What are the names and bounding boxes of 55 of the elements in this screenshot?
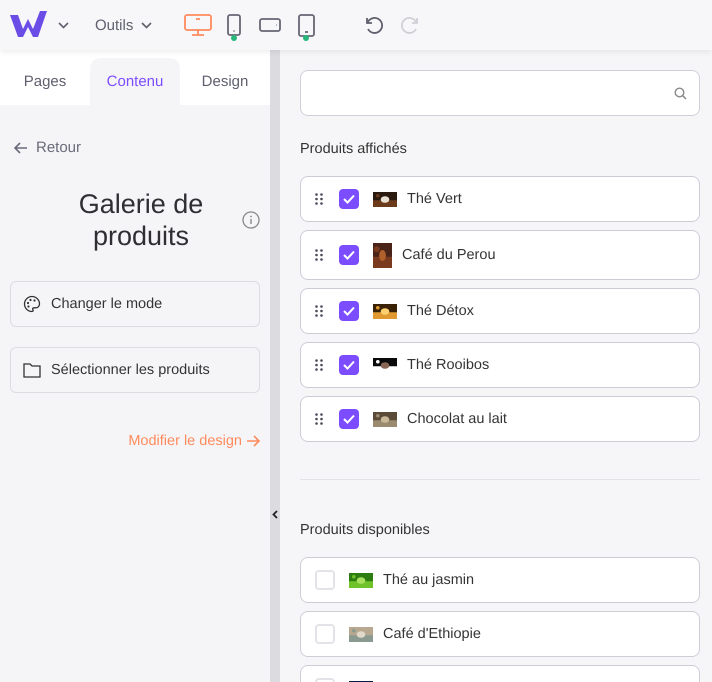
- desktop-icon: [184, 14, 212, 36]
- caret-icon: [141, 22, 152, 28]
- check-icon: [343, 250, 355, 260]
- product-card[interactable]: Thé Rooibos: [300, 342, 700, 388]
- tablet-icon: [259, 18, 282, 32]
- checkbox[interactable]: [339, 355, 359, 375]
- tab[interactable]: Contenu: [90, 58, 180, 105]
- folder-icon: [23, 362, 41, 378]
- checkbox[interactable]: [339, 409, 359, 429]
- check-icon: [343, 194, 355, 204]
- phone-icon: [227, 14, 242, 36]
- arrow-left-icon: [14, 142, 28, 154]
- caret-icon: [58, 22, 69, 28]
- status-dot: [231, 35, 238, 41]
- search-icon: [674, 86, 687, 100]
- drag-handle-icon[interactable]: [315, 305, 323, 317]
- checkbox[interactable]: [339, 301, 359, 321]
- product-name: Café du Perou: [402, 247, 496, 263]
- check-icon: [343, 306, 355, 316]
- checkbox[interactable]: [339, 189, 359, 209]
- tablet-icon: [298, 14, 315, 36]
- palette-icon: [23, 295, 41, 313]
- drag-handle-icon[interactable]: [315, 249, 323, 261]
- tools-menu[interactable]: Outils: [95, 16, 152, 34]
- drag-handle-icon[interactable]: [315, 413, 323, 425]
- info-icon[interactable]: [242, 211, 260, 229]
- checkbox[interactable]: [315, 624, 335, 644]
- product-name: Thé Détox: [407, 303, 474, 319]
- product-name: Thé Rooibos: [407, 357, 490, 373]
- collapse-icon[interactable]: [272, 510, 278, 519]
- product-name: Thé Vert: [407, 191, 462, 207]
- action-button[interactable]: Sélectionner les produits: [10, 347, 260, 393]
- drag-handle-icon[interactable]: [315, 359, 323, 371]
- product-name: Café d'Ethiopie: [383, 626, 481, 642]
- page-title: Galerie de produits: [78, 188, 204, 252]
- product-card[interactable]: Café du Perou: [300, 230, 700, 280]
- checkbox[interactable]: [315, 570, 335, 590]
- back-link[interactable]: Retour: [14, 139, 270, 156]
- section-heading: Produits disponibles: [300, 522, 431, 538]
- product-name: Chocolat au lait: [407, 411, 507, 427]
- arrow-right-icon: [246, 435, 260, 447]
- drag-handle-icon[interactable]: [315, 193, 323, 205]
- logo-icon[interactable]: [10, 11, 48, 39]
- check-icon: [343, 414, 355, 424]
- product-card[interactable]: Thé au jasmin: [300, 557, 700, 603]
- check-icon: [343, 360, 355, 370]
- product-card[interactable]: Thé Vert: [300, 176, 700, 222]
- section-heading: Produits affichés: [300, 141, 408, 157]
- product-name: Thé au jasmin: [383, 572, 474, 588]
- search-field[interactable]: [300, 70, 700, 116]
- product-card[interactable]: Chocolat au lait: [300, 396, 700, 442]
- action-button[interactable]: Changer le mode: [10, 281, 260, 327]
- product-card[interactable]: Thé Détox: [300, 288, 700, 334]
- product-card[interactable]: Café d'Ethiopie: [300, 611, 700, 657]
- checkbox[interactable]: [339, 245, 359, 265]
